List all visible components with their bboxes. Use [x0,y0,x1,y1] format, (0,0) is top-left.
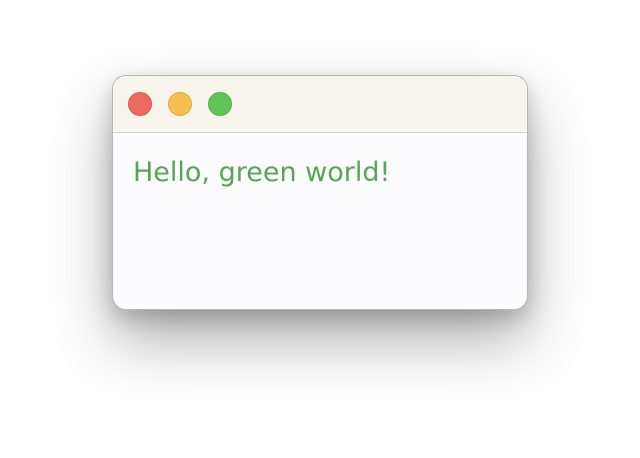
app-window: Hello, green world! [112,75,528,310]
minimize-button[interactable] [168,92,192,116]
window-content: Hello, green world! [113,133,527,213]
maximize-button[interactable] [208,92,232,116]
desktop-background: Hello, green world! [0,0,640,458]
window-titlebar[interactable] [113,76,527,133]
greeting-text: Hello, green world! [133,157,391,188]
close-button[interactable] [128,92,152,116]
